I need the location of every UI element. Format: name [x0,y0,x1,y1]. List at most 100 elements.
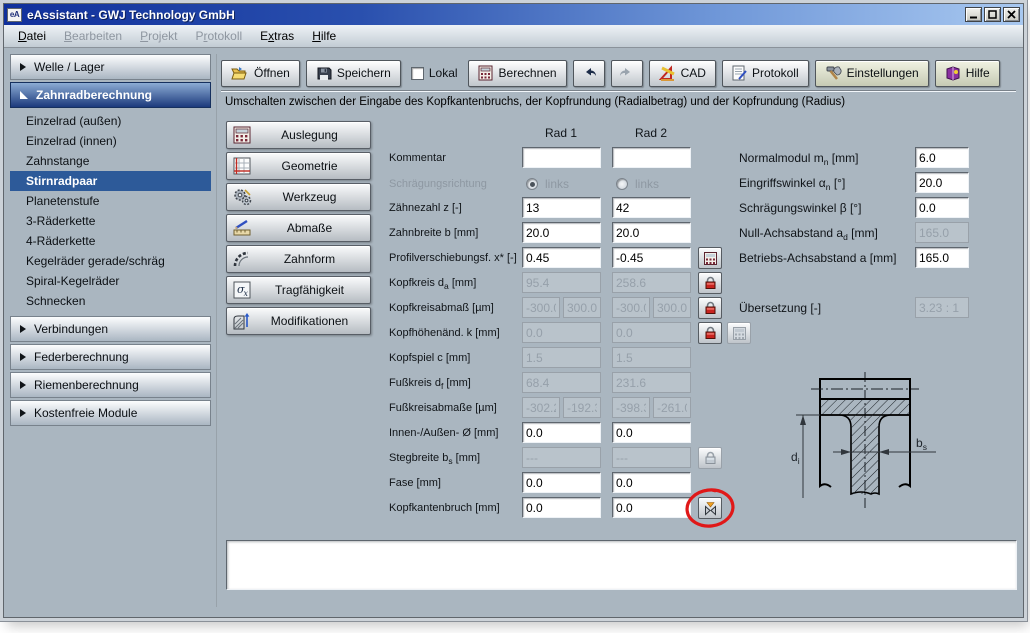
kopfkantenbruch-toggle-button[interactable] [698,497,722,519]
betriebs-achsabstand-input[interactable] [915,247,969,268]
kopfkreis-lock-button[interactable] [698,272,722,294]
modifikationen-button[interactable]: Modifikationen [226,307,371,335]
lock-icon [704,451,717,465]
sidebar-section-riemenberechnung[interactable]: Riemenberechnung [10,372,211,398]
cad-button[interactable]: CAD [649,60,716,87]
toolbar: Öffnen Speichern Lokal Berechnen [221,58,1016,88]
rad1-column-header: Rad 1 [522,126,600,140]
kopfspiel-rad2-input [612,347,691,368]
maximize-icon [988,10,997,19]
help-button[interactable]: Hilfe [935,60,1000,87]
sidebar-section-federberechnung[interactable]: Federberechnung [10,344,211,370]
kopfkantenbruch-rad2-input[interactable] [612,497,691,518]
kopfkreisabmass-rad2-upper-input [653,297,691,318]
fusskreisabmasse-rad1-upper-input [563,397,601,418]
werkzeug-label: Werkzeug [253,190,366,204]
profilverschiebung-calculate-button[interactable] [698,247,722,269]
titlebar: eA eAssistant - GWJ Technology GmbH [4,4,1023,25]
modifikationen-label: Modifikationen [253,314,366,328]
protocol-button[interactable]: Protokoll [722,60,809,87]
sidebar-item-3-raederkette[interactable]: 3-Räderkette [10,211,211,231]
sidebar-item-kegelraeder[interactable]: Kegelräder gerade/schräg [10,251,211,271]
message-box[interactable] [226,540,1017,590]
kopfhoehenaenderung-lock-button[interactable] [698,322,722,344]
radio-dot [530,182,535,187]
profilverschiebung-rad1-input[interactable] [522,247,601,268]
sidebar-item-einzelrad-aussen[interactable]: Einzelrad (außen) [10,111,211,131]
workarea: Welle / Lager Zahnradberechnung Einzelra… [4,48,1023,617]
zahnform-button[interactable]: Zahnform [226,245,371,273]
sidebar-section-zahnradberechnung[interactable]: Zahnradberechnung [10,82,211,108]
kopfhoehenaenderung-calculate-button [727,322,751,344]
sidebar-item-4-raederkette[interactable]: 4-Räderkette [10,231,211,251]
kommentar-label: Kommentar [389,148,523,169]
kopfkantenbruch-rad1-input[interactable] [522,497,601,518]
fusskreis-rad2-input [612,372,691,393]
close-button[interactable] [1003,7,1020,22]
eingriffswinkel-input[interactable] [915,172,969,193]
abmasse-label: Abmaße [253,221,366,235]
section-label: Verbindungen [34,322,108,336]
kopfkreisabmass-rad1-upper-input [563,297,601,318]
kopfkreisabmass-rad2-lower-input [612,297,650,318]
sidebar-item-zahnstange[interactable]: Zahnstange [10,151,211,171]
zahnbreite-rad1-input[interactable] [522,222,601,243]
sidebar-item-schnecken[interactable]: Schnecken [10,291,211,311]
schraegung-rad2-radio-label: links [635,177,659,191]
save-label: Speichern [337,66,391,80]
sidebar-gear-items: Einzelrad (außen) Einzelrad (innen) Zahn… [10,111,211,311]
lock-icon [704,301,717,315]
menu-extras[interactable]: Extras [252,27,302,45]
kopfhoehenaenderung-rad2-input [612,322,691,343]
auslegung-button[interactable]: Auslegung [226,121,371,149]
section-label: Kostenfreie Module [34,406,137,420]
section-label: Riemenberechnung [34,378,139,392]
tragfaehigkeit-label: Tragfähigkeit [253,283,366,297]
open-button[interactable]: Öffnen [221,60,300,87]
kopfkreisabmass-lock-button[interactable] [698,297,722,319]
sidebar-item-planetenstufe[interactable]: Planetenstufe [10,191,211,211]
kommentar-rad1-input[interactable] [522,147,601,168]
sidebar-section-welle-lager[interactable]: Welle / Lager [10,54,211,80]
profilverschiebung-rad2-input[interactable] [612,247,691,268]
cad-triangle-icon [659,65,676,81]
kommentar-rad2-input[interactable] [612,147,691,168]
zaehnezahl-rad1-input[interactable] [522,197,601,218]
calculate-button[interactable]: Berechnen [468,60,567,87]
calculate-label: Berechnen [499,66,557,80]
fase-rad1-input[interactable] [522,472,601,493]
sidebar-item-spiral-kegelraeder[interactable]: Spiral-Kegelräder [10,271,211,291]
save-button[interactable]: Speichern [306,60,401,87]
fase-rad2-input[interactable] [612,472,691,493]
menu-datei[interactable]: Datei [10,27,54,45]
kopfkreis-rad1-input [522,272,601,293]
settings-button[interactable]: Einstellungen [815,60,929,87]
geometrie-button[interactable]: Geometrie [226,152,371,180]
normalmodul-input[interactable] [915,147,969,168]
zaehnezahl-rad2-input[interactable] [612,197,691,218]
local-checkbox[interactable] [411,67,424,80]
schraegungswinkel-input[interactable] [915,197,969,218]
menu-hilfe[interactable]: Hilfe [304,27,344,45]
kopfkantenbruch-label: Kopfkantenbruch [mm] [389,498,523,519]
innen-aussen-rad2-input[interactable] [612,422,691,443]
minimize-button[interactable] [965,7,982,22]
innen-aussen-rad1-input[interactable] [522,422,601,443]
werkzeug-button[interactable]: Werkzeug [226,183,371,211]
svg-text:x: x [244,289,249,298]
undo-button[interactable] [573,60,605,87]
tragfaehigkeit-button[interactable]: σx Tragfähigkeit [226,276,371,304]
maximize-button[interactable] [984,7,1001,22]
sidebar-item-einzelrad-innen[interactable]: Einzelrad (innen) [10,131,211,151]
sidebar-section-verbindungen[interactable]: Verbindungen [10,316,211,342]
chevron-right-icon [20,353,26,361]
sidebar-item-stirnradpaar[interactable]: Stirnradpaar [10,171,211,191]
grid-icon [231,157,253,175]
stegbreite-lock-button [698,447,722,469]
menu-projekt: Projekt [132,27,185,45]
sidebar-section-kostenfreie-module[interactable]: Kostenfreie Module [10,400,211,426]
abmasse-button[interactable]: Abmaße [226,214,371,242]
chevron-right-icon [20,381,26,389]
settings-tools-icon [825,65,842,81]
zahnbreite-rad2-input[interactable] [612,222,691,243]
